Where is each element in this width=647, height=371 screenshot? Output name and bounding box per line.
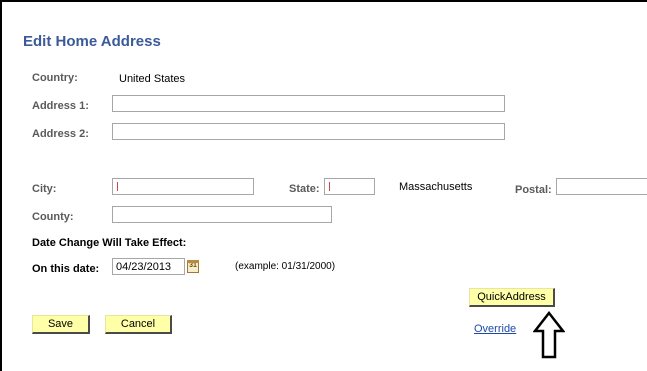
cancel-button[interactable]: Cancel [105, 315, 172, 334]
quick-address-button[interactable]: QuickAddress [469, 288, 555, 307]
page-title: Edit Home Address [23, 33, 161, 50]
address2-input[interactable] [112, 123, 505, 140]
postal-input[interactable] [556, 178, 647, 195]
save-button[interactable]: Save [32, 315, 90, 334]
address1-input[interactable] [112, 95, 505, 112]
address1-label: Address 1: [32, 100, 89, 112]
city-required-marker [117, 182, 118, 191]
date-label: On this date: [32, 263, 100, 275]
county-input[interactable] [112, 206, 332, 223]
override-link[interactable]: Override [474, 323, 516, 335]
postal-label: Postal: [515, 184, 552, 196]
state-name: Massachusetts [399, 181, 473, 193]
address2-label: Address 2: [32, 128, 89, 140]
date-example-hint: (example: 01/31/2000) [235, 261, 336, 272]
city-input[interactable] [112, 178, 254, 195]
city-label: City: [32, 183, 57, 195]
state-input[interactable] [324, 178, 375, 195]
country-value: United States [119, 73, 186, 85]
up-arrow-icon [533, 311, 565, 359]
state-required-marker [329, 182, 330, 191]
effective-date-heading: Date Change Will Take Effect: [32, 237, 187, 249]
page-frame: Edit Home Address Country: United States… [0, 0, 647, 371]
country-label: Country: [32, 72, 78, 84]
calendar-icon[interactable]: 31 [187, 260, 199, 273]
state-label: State: [289, 183, 320, 195]
effective-date-input[interactable] [112, 258, 185, 275]
county-label: County: [32, 211, 74, 223]
